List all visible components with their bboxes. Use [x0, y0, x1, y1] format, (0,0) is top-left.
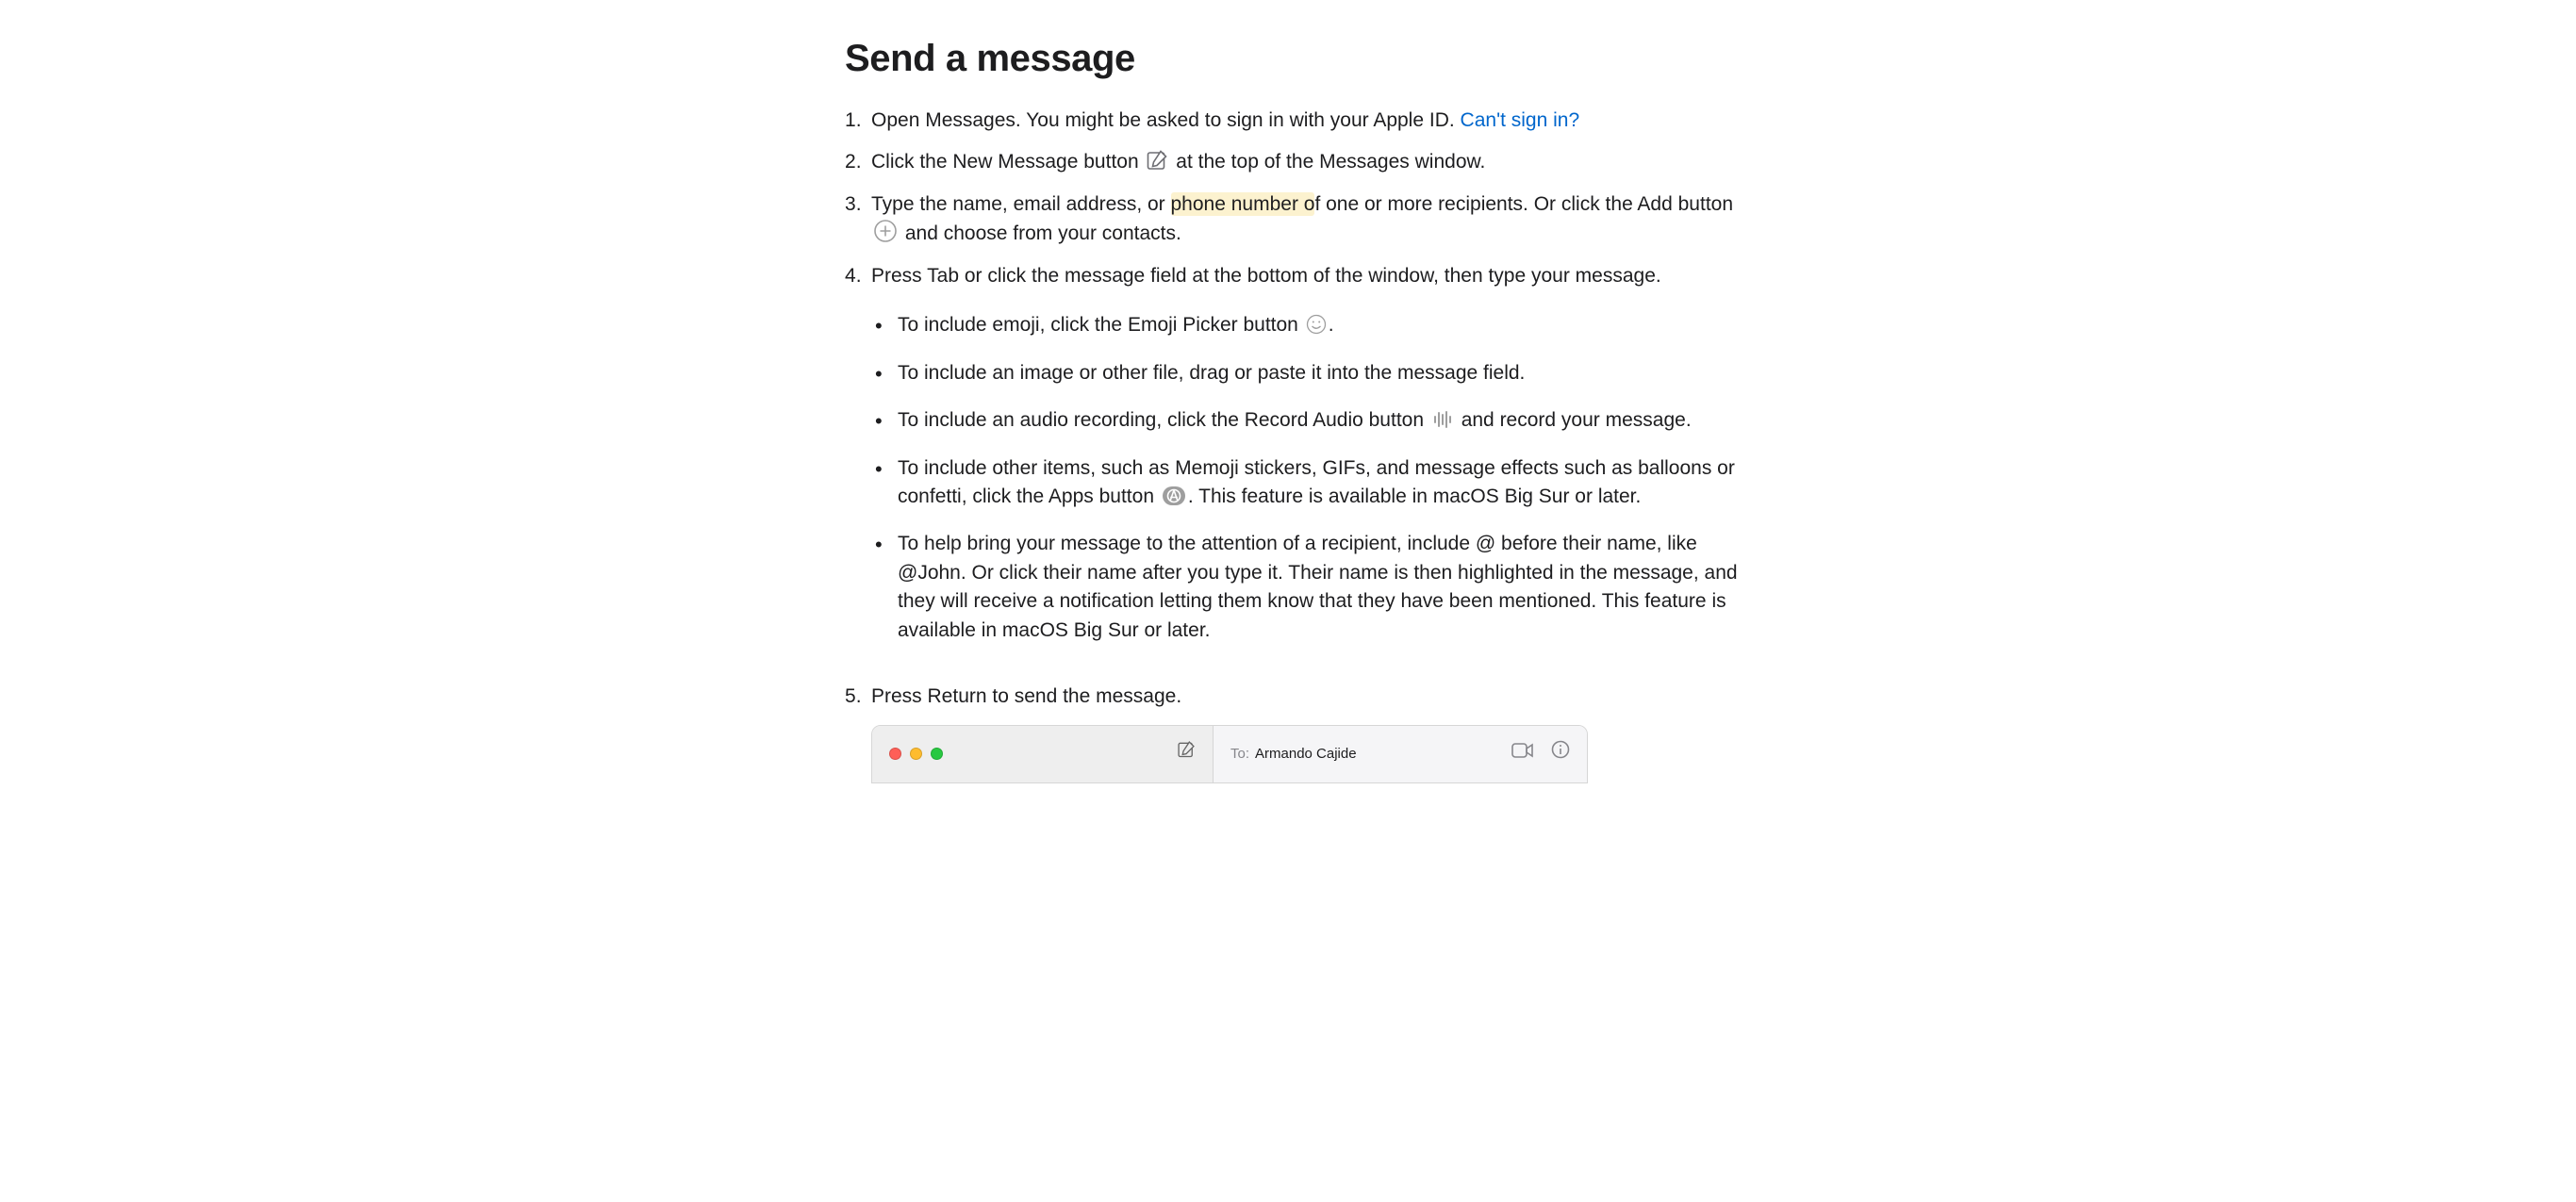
step-4: Press Tab or click the message field at … [845, 262, 1750, 645]
step-3-part2: f one or more recipients. Or click the A… [1314, 193, 1733, 215]
bullet-emoji: To include emoji, click the Emoji Picker… [875, 311, 1750, 339]
compose-icon[interactable] [1177, 739, 1196, 767]
bullet-mention-text: To help bring your message to the attent… [898, 533, 1738, 640]
minimize-window-icon[interactable] [910, 748, 922, 760]
step-1: Open Messages. You might be asked to sig… [845, 107, 1750, 135]
close-window-icon[interactable] [889, 748, 901, 760]
step-2: Click the New Message button at the top … [845, 148, 1750, 176]
messages-app-window: To: Armando Cajide [871, 725, 1588, 783]
bullet-mention: To help bring your message to the attent… [875, 530, 1750, 645]
bullet-apps-part2: . This feature is available in macOS Big… [1188, 486, 1642, 507]
bullet-audio-part2: and record your message. [1456, 409, 1692, 431]
step-4-sublist: To include emoji, click the Emoji Picker… [871, 311, 1750, 645]
step-3-part1: Type the name, email address, or [871, 193, 1171, 215]
messages-sidebar [872, 726, 1214, 782]
messages-main: To: Armando Cajide [1214, 726, 1587, 782]
to-label: To: [1230, 744, 1249, 765]
video-call-icon[interactable] [1511, 739, 1534, 767]
cant-sign-in-link[interactable]: Can't sign in? [1461, 109, 1580, 131]
record-audio-icon [1431, 409, 1454, 430]
add-button-icon [873, 219, 898, 243]
info-icon[interactable] [1551, 739, 1570, 767]
instruction-list: Open Messages. You might be asked to sig… [845, 107, 1750, 783]
step-5: Press Return to send the message. [845, 683, 1750, 782]
step-1-text: Open Messages. You might be asked to sig… [871, 109, 1461, 131]
traffic-lights [889, 748, 943, 760]
to-recipient: Armando Cajide [1255, 744, 1357, 765]
emoji-picker-icon [1306, 314, 1327, 335]
step-3: Type the name, email address, or phone n… [845, 190, 1750, 249]
page-heading: Send a message [845, 38, 1750, 80]
apps-button-icon [1162, 486, 1186, 506]
to-field[interactable]: To: Armando Cajide [1230, 744, 1357, 765]
step-3-part3: and choose from your contacts. [900, 222, 1181, 244]
step-2-part1: Click the New Message button [871, 151, 1144, 173]
step-2-part2: at the top of the Messages window. [1170, 151, 1485, 173]
bullet-image-text: To include an image or other file, drag … [898, 362, 1525, 384]
bullet-apps: To include other items, such as Memoji s… [875, 454, 1750, 512]
bullet-emoji-part1: To include emoji, click the Emoji Picker… [898, 314, 1304, 336]
step-3-highlight: phone number o [1171, 192, 1315, 216]
new-message-icon [1146, 149, 1168, 172]
bullet-emoji-part2: . [1329, 314, 1334, 336]
step-5-text: Press Return to send the message. [871, 685, 1181, 707]
step-4-text: Press Tab or click the message field at … [871, 265, 1661, 287]
bullet-audio-part1: To include an audio recording, click the… [898, 409, 1429, 431]
bullet-image: To include an image or other file, drag … [875, 359, 1750, 387]
bullet-audio: To include an audio recording, click the… [875, 406, 1750, 435]
maximize-window-icon[interactable] [931, 748, 943, 760]
